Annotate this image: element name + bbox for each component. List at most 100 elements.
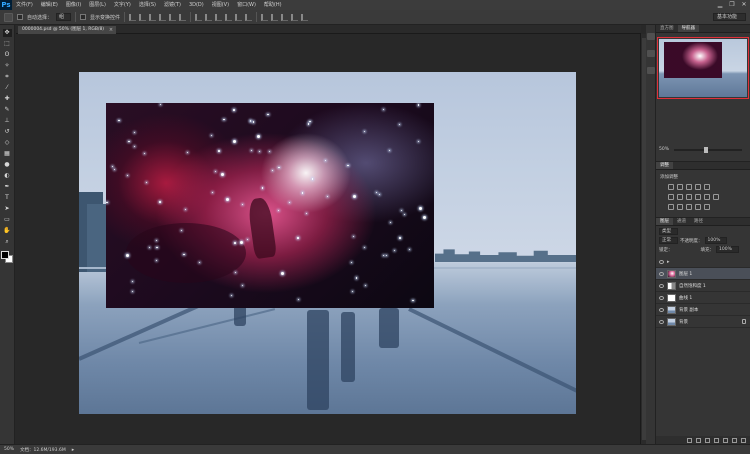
visibility-eye-icon[interactable] [659, 271, 664, 276]
hue-saturation-icon[interactable] [668, 194, 674, 200]
align-top-icon[interactable] [129, 13, 137, 21]
gradient-tool-icon[interactable]: ▦ [3, 150, 12, 158]
color-balance-icon[interactable] [677, 194, 683, 200]
curves-icon[interactable] [686, 184, 692, 190]
3d-scale-icon[interactable] [301, 13, 309, 21]
healing-tool-icon[interactable]: ✚ [3, 95, 12, 103]
auto-select-dropdown[interactable]: 组 [56, 13, 72, 21]
layer-row[interactable]: 图层 1 [656, 268, 750, 280]
visibility-eye-icon[interactable] [659, 283, 664, 288]
align-hcenter-icon[interactable] [169, 13, 177, 21]
layer-group-row[interactable]: ▸ [656, 256, 750, 268]
navigator-view-box[interactable] [657, 37, 749, 99]
layer-row[interactable]: 背景 副本 [656, 304, 750, 316]
navigator-zoom[interactable]: 50% [659, 147, 669, 152]
history-brush-tool-icon[interactable]: ↺ [3, 128, 12, 136]
menu-item[interactable]: 选择(S) [135, 0, 160, 10]
minimize-button[interactable]: ▁ [716, 2, 724, 8]
exposure-icon[interactable] [695, 184, 701, 190]
distribute-vcenter-icon[interactable] [205, 13, 213, 21]
tab-navigator-1[interactable]: 导航器 [677, 25, 699, 32]
marquee-tool-icon[interactable]: ⬚ [3, 40, 12, 48]
hand-tool-icon[interactable]: ✋ [3, 227, 12, 235]
align-vcenter-icon[interactable] [139, 13, 147, 21]
eyedropper-tool-icon[interactable]: ⁄ [3, 84, 12, 92]
close-button[interactable]: ✕ [740, 2, 748, 8]
zoom-slider[interactable] [674, 147, 742, 153]
pen-tool-icon[interactable]: ✒ [3, 183, 12, 191]
distribute-right-icon[interactable] [245, 13, 253, 21]
foreground-color-swatch[interactable] [1, 251, 9, 259]
menu-item[interactable]: 文字(Y) [110, 0, 135, 10]
vibrance-icon[interactable] [704, 184, 710, 190]
auto-select-checkbox[interactable] [17, 14, 23, 20]
menu-item[interactable]: 编辑(E) [37, 0, 62, 10]
status-zoom[interactable]: 50% [4, 447, 14, 452]
type-tool-icon[interactable]: T [3, 194, 12, 202]
menu-item[interactable]: 3D(D) [185, 0, 208, 10]
layer-style-icon[interactable] [696, 437, 701, 443]
visibility-eye-icon[interactable] [659, 319, 664, 324]
tab-layers-2[interactable]: 路径 [690, 218, 707, 225]
add-mask-icon[interactable] [705, 437, 710, 443]
layer-kind-dropdown[interactable]: 类型 [659, 228, 678, 235]
menu-item[interactable]: 文件(F) [12, 0, 37, 10]
path-select-tool-icon[interactable]: ➤ [3, 205, 12, 213]
brightness-icon[interactable] [668, 184, 674, 190]
distribute-top-icon[interactable] [195, 13, 203, 21]
canvas-area[interactable] [16, 34, 640, 444]
tab-navigator-0[interactable]: 直方图 [656, 25, 678, 32]
magic-wand-tool-icon[interactable]: ✧ [3, 62, 12, 70]
zoom-tool-icon[interactable]: ⌕ [3, 238, 12, 246]
layer-row[interactable]: 曲线 1 [656, 292, 750, 304]
align-bottom-icon[interactable] [149, 13, 157, 21]
channel-mixer-icon[interactable] [704, 194, 710, 200]
lasso-tool-icon[interactable]: ʘ [3, 51, 12, 59]
dodge-tool-icon[interactable]: ◐ [3, 172, 12, 180]
3d-roll-icon[interactable] [271, 13, 279, 21]
color-lookup-icon[interactable] [713, 194, 719, 200]
3d-orbit-icon[interactable] [261, 13, 269, 21]
distribute-hcenter-icon[interactable] [235, 13, 243, 21]
adjustment-layer-icon[interactable] [714, 437, 719, 443]
threshold-icon[interactable] [686, 204, 692, 210]
color-swatches[interactable] [1, 251, 13, 263]
blend-mode-dropdown[interactable]: 正常 [659, 237, 678, 244]
align-left-icon[interactable] [159, 13, 167, 21]
show-transform-checkbox[interactable] [80, 14, 87, 20]
nebula-layer[interactable] [106, 103, 434, 308]
gradient-map-icon[interactable] [695, 204, 701, 210]
3d-pan-icon[interactable] [281, 13, 289, 21]
zoom-slider-knob[interactable] [704, 147, 708, 153]
eraser-tool-icon[interactable]: ◇ [3, 139, 12, 147]
distribute-left-icon[interactable] [225, 13, 233, 21]
close-icon[interactable]: × [109, 26, 113, 34]
visibility-eye-icon[interactable] [659, 259, 664, 264]
tab-layers-0[interactable]: 图层 [656, 218, 673, 225]
distribute-bottom-icon[interactable] [215, 13, 223, 21]
menu-item[interactable]: 图层(L) [85, 0, 110, 10]
tab-adjustments-0[interactable]: 调整 [656, 162, 673, 169]
history-panel-icon[interactable] [646, 33, 655, 40]
menu-item[interactable]: 滤镜(T) [160, 0, 185, 10]
selective-color-icon[interactable] [704, 204, 710, 210]
opacity-field[interactable]: 100% [704, 237, 728, 244]
brush-tool-icon[interactable]: ✎ [3, 106, 12, 114]
stamp-tool-icon[interactable]: ⊥ [3, 117, 12, 125]
menu-item[interactable]: 窗口(W) [233, 0, 260, 10]
tab-layers-1[interactable]: 通道 [673, 218, 690, 225]
layer-row[interactable]: 背景 [656, 316, 750, 328]
align-right-icon[interactable] [179, 13, 187, 21]
invert-icon[interactable] [668, 204, 674, 210]
layer-row[interactable]: 自然饱和度 1 [656, 280, 750, 292]
menu-item[interactable]: 视图(V) [208, 0, 233, 10]
move-tool-icon[interactable]: ✥ [2, 29, 12, 37]
workspace-dropdown[interactable]: 基本功能 [712, 13, 746, 21]
new-layer-icon[interactable] [732, 437, 737, 443]
posterize-icon[interactable] [677, 204, 683, 210]
shape-tool-icon[interactable]: ▭ [3, 216, 12, 224]
delete-layer-icon[interactable] [741, 437, 746, 443]
photo-filter-icon[interactable] [695, 194, 701, 200]
visibility-eye-icon[interactable] [659, 295, 664, 300]
link-layers-icon[interactable] [687, 437, 692, 443]
